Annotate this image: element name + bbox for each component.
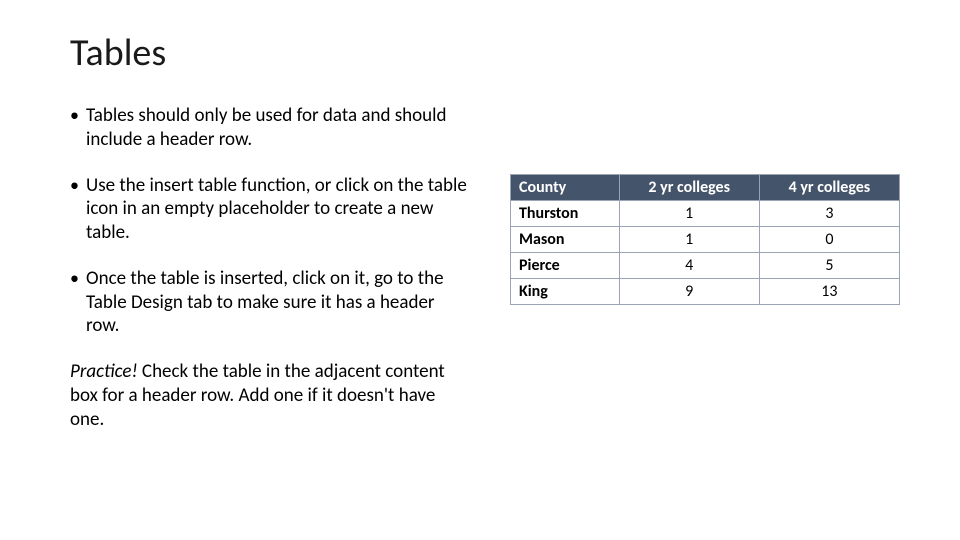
header-county: County [511, 175, 620, 201]
cell-county: Mason [511, 227, 620, 253]
cell-county: Pierce [511, 253, 620, 279]
bullet-dot-icon: • [70, 174, 86, 245]
cell-county: Thurston [511, 201, 620, 227]
bullet-dot-icon: • [70, 267, 86, 338]
cell-2yr: 4 [619, 253, 759, 279]
cell-4yr: 13 [759, 279, 899, 305]
table-row: King 9 13 [511, 279, 900, 305]
bullet-item: • Use the insert table function, or clic… [70, 174, 470, 245]
slide-title: Tables [70, 30, 900, 76]
cell-2yr: 9 [619, 279, 759, 305]
practice-paragraph: Practice! Check the table in the adjacen… [70, 360, 470, 431]
table-row: Pierce 4 5 [511, 253, 900, 279]
cell-2yr: 1 [619, 227, 759, 253]
bullet-text: Use the insert table function, or click … [86, 174, 470, 245]
bullet-dot-icon: • [70, 104, 86, 152]
bullet-text: Tables should only be used for data and … [86, 104, 470, 152]
colleges-table: County 2 yr colleges 4 yr colleges Thurs… [510, 174, 900, 305]
bullet-item: • Once the table is inserted, click on i… [70, 267, 470, 338]
table-row: Thurston 1 3 [511, 201, 900, 227]
bullet-item: • Tables should only be used for data an… [70, 104, 470, 152]
table-row: Mason 1 0 [511, 227, 900, 253]
cell-4yr: 5 [759, 253, 899, 279]
slide-body: • Tables should only be used for data an… [70, 104, 900, 431]
cell-4yr: 0 [759, 227, 899, 253]
practice-lead: Practice! [70, 360, 138, 383]
header-4yr: 4 yr colleges [759, 175, 899, 201]
cell-county: King [511, 279, 620, 305]
cell-2yr: 1 [619, 201, 759, 227]
bullet-text: Once the table is inserted, click on it,… [86, 267, 470, 338]
cell-4yr: 3 [759, 201, 899, 227]
text-column: • Tables should only be used for data an… [70, 104, 470, 431]
header-2yr: 2 yr colleges [619, 175, 759, 201]
table-header-row: County 2 yr colleges 4 yr colleges [511, 175, 900, 201]
table-column: County 2 yr colleges 4 yr colleges Thurs… [510, 104, 900, 431]
